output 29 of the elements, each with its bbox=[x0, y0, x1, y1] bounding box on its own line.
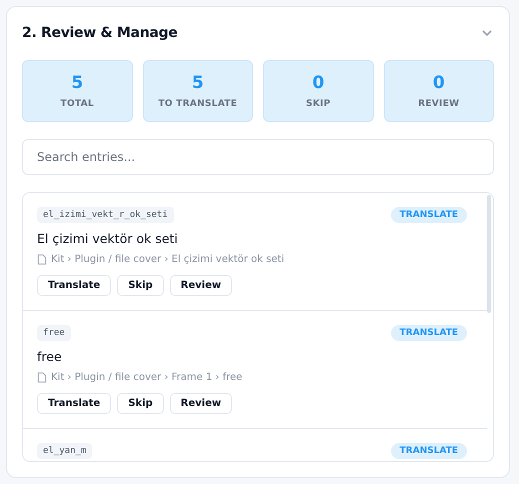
status-badge: TRANSLATE bbox=[390, 207, 467, 223]
stat-value: 0 bbox=[312, 73, 324, 93]
action-button[interactable]: Skip bbox=[117, 393, 164, 414]
file-icon bbox=[37, 372, 47, 383]
action-button[interactable]: Translate bbox=[37, 275, 112, 296]
section-title: 2. Review & Manage bbox=[22, 25, 178, 41]
entry-key: el_izimi_vekt_r_ok_seti bbox=[37, 207, 174, 223]
search-field[interactable]: Search entries... bbox=[22, 139, 494, 175]
scrollbar-thumb[interactable] bbox=[487, 195, 491, 313]
entry-path: Kit › Plugin / file cover › El çizimi vektör ok seti bbox=[51, 254, 284, 265]
entry-path: Kit › Plugin / file cover › Frame 1 › free bbox=[51, 372, 242, 383]
stat-value: 0 bbox=[432, 73, 445, 93]
entry-text: free bbox=[37, 349, 63, 364]
entry-key: free bbox=[37, 325, 71, 341]
entry-key: el_yan_m bbox=[37, 443, 92, 459]
action-button[interactable]: Review bbox=[170, 275, 232, 296]
status-badge: TRANSLATE bbox=[390, 443, 467, 459]
stat-value: 5 bbox=[192, 73, 204, 93]
stat-value: 5 bbox=[71, 73, 84, 93]
action-button[interactable]: Translate bbox=[37, 393, 112, 414]
status-badge: TRANSLATE bbox=[390, 325, 467, 341]
stat-label: REVIEW bbox=[418, 99, 460, 109]
stat-label: TO TRANSLATE bbox=[158, 99, 238, 109]
file-icon bbox=[37, 254, 47, 265]
action-button[interactable]: Skip bbox=[117, 275, 164, 296]
stat-label: TOTAL bbox=[60, 99, 94, 109]
entry-text: El çizimi vektör ok seti bbox=[37, 231, 179, 246]
action-button[interactable]: Review bbox=[170, 393, 232, 414]
stat-label: SKIP bbox=[306, 99, 331, 109]
